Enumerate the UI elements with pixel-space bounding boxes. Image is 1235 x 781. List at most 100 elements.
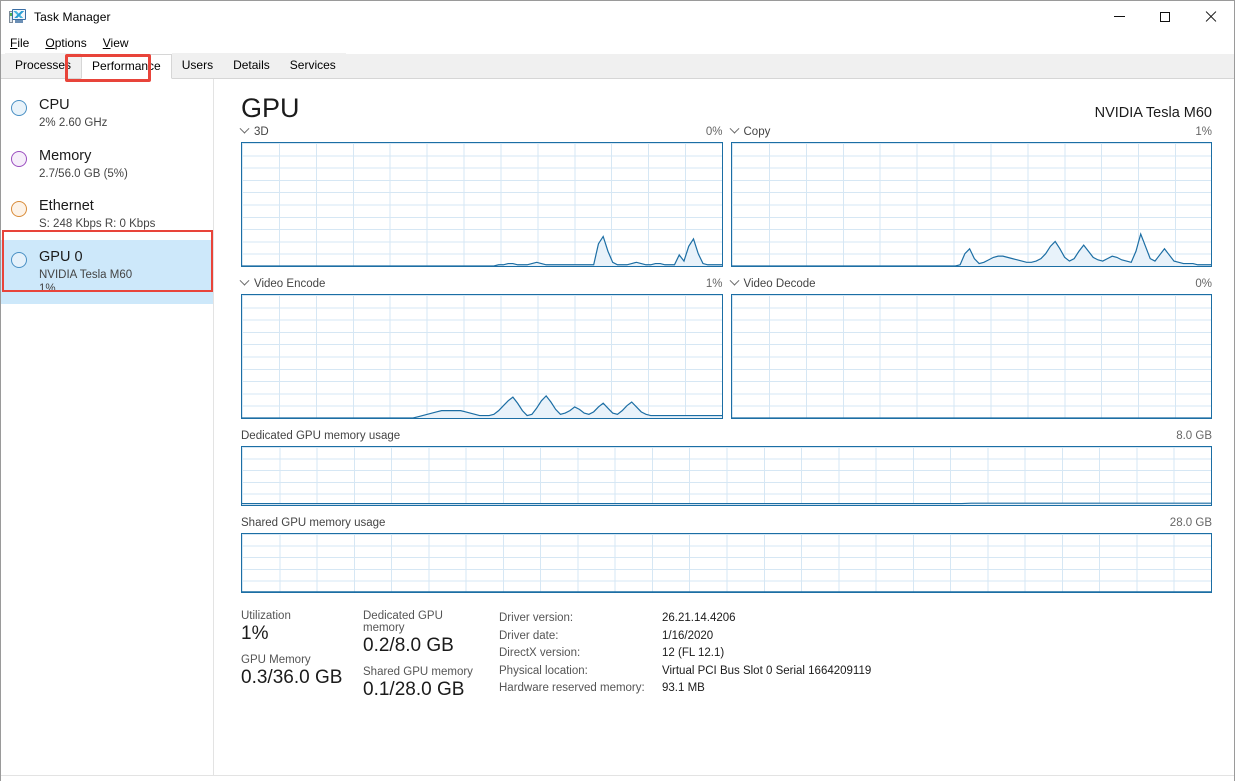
maximize-button[interactable] xyxy=(1142,1,1188,32)
gpu-memory-value: 0.3/36.0 GB xyxy=(241,667,363,689)
title-bar: Task Manager xyxy=(1,1,1234,32)
chart-header-video-encode: Video Encode 1% xyxy=(241,276,723,291)
chart-title-copy: Copy xyxy=(744,126,771,138)
chart-copy[interactable] xyxy=(731,142,1213,267)
sidebar-item-memory-title: Memory xyxy=(39,147,128,165)
chart-title-video-encode: Video Encode xyxy=(254,278,325,290)
memory-thumbnail-icon xyxy=(11,151,27,167)
sidebar-item-cpu-title: CPU xyxy=(39,96,107,114)
sidebar-item-ethernet-title: Ethernet xyxy=(39,197,155,215)
chart-value-3d: 0% xyxy=(706,126,723,138)
maximize-icon xyxy=(1160,12,1170,22)
chart-value-video-decode: 0% xyxy=(1195,278,1212,290)
ethernet-thumbnail-icon xyxy=(11,201,27,217)
chart-value-video-encode: 1% xyxy=(706,278,723,290)
table-row: Physical location: Virtual PCI Bus Slot … xyxy=(499,663,871,681)
tab-processes[interactable]: Processes xyxy=(5,53,81,78)
shared-memory-value: 0.1/28.0 GB xyxy=(363,679,485,701)
tab-details[interactable]: Details xyxy=(223,53,280,78)
table-row: Driver date: 1/16/2020 xyxy=(499,628,871,646)
sidebar-item-cpu-sub: 2% 2.60 GHz xyxy=(39,116,107,130)
menu-bar: File Options View xyxy=(1,32,1234,54)
sidebar-item-gpu-0-title: GPU 0 xyxy=(39,248,132,266)
chevron-down-icon[interactable] xyxy=(240,124,250,134)
minimize-button[interactable] xyxy=(1096,1,1142,32)
sidebar-item-ethernet[interactable]: Ethernet S: 248 Kbps R: 0 Kbps xyxy=(1,189,213,240)
chart-header-dedicated-memory: Dedicated GPU memory usage 8.0 GB xyxy=(241,428,1212,443)
utilization-label: Utilization xyxy=(241,610,363,622)
physical-location-value: Virtual PCI Bus Slot 0 Serial 1664209119 xyxy=(662,663,871,681)
sidebar-item-memory-sub: 2.7/56.0 GB (5%) xyxy=(39,167,128,181)
driver-info-table: Driver version: 26.21.14.4206 Driver dat… xyxy=(499,610,871,710)
chart-video-encode[interactable] xyxy=(241,294,723,419)
driver-version-value: 26.21.14.4206 xyxy=(662,610,736,628)
task-manager-window: Task Manager File Options View Processes… xyxy=(0,0,1235,781)
chart-title-shared-memory: Shared GPU memory usage xyxy=(241,517,385,529)
directx-version-label: DirectX version: xyxy=(499,645,662,663)
minimize-icon xyxy=(1114,16,1125,17)
sidebar-item-cpu[interactable]: CPU 2% 2.60 GHz xyxy=(1,88,213,139)
menu-options[interactable]: Options xyxy=(45,34,94,52)
page-title: GPU xyxy=(241,93,300,124)
hardware-reserved-memory-label: Hardware reserved memory: xyxy=(499,680,662,698)
gpu-detail-panel: GPU NVIDIA Tesla M60 3D 0% xyxy=(214,79,1234,775)
chart-header-copy: Copy 1% xyxy=(731,124,1213,139)
chart-3d[interactable] xyxy=(241,142,723,267)
gpu-header: GPU NVIDIA Tesla M60 xyxy=(214,79,1234,124)
chevron-down-icon[interactable] xyxy=(729,276,739,286)
sidebar-item-ethernet-sub: S: 248 Kbps R: 0 Kbps xyxy=(39,217,155,231)
close-icon xyxy=(1205,11,1217,23)
tab-performance[interactable]: Performance xyxy=(81,54,172,79)
close-button[interactable] xyxy=(1188,1,1234,32)
chart-row-4: Shared GPU memory usage 28.0 GB xyxy=(241,515,1212,593)
chart-row-3: Dedicated GPU memory usage 8.0 GB xyxy=(241,428,1212,506)
sidebar-item-gpu-0[interactable]: GPU 0 NVIDIA Tesla M60 1% xyxy=(1,240,213,305)
table-row: Hardware reserved memory: 93.1 MB xyxy=(499,680,871,698)
window-title: Task Manager xyxy=(34,10,111,24)
window-controls xyxy=(1096,1,1234,32)
chart-title-3d: 3D xyxy=(254,126,269,138)
physical-location-label: Physical location: xyxy=(499,663,662,681)
utilization-value: 1% xyxy=(241,623,363,645)
resource-sidebar: CPU 2% 2.60 GHz Memory 2.7/56.0 GB (5%) … xyxy=(1,79,214,775)
cpu-thumbnail-icon xyxy=(11,100,27,116)
status-bar: Fewer details Open Resource Monitor xyxy=(1,775,1234,781)
chart-dedicated-gpu-memory[interactable] xyxy=(241,446,1212,506)
chart-value-shared-memory: 28.0 GB xyxy=(1170,517,1212,529)
sidebar-item-memory[interactable]: Memory 2.7/56.0 GB (5%) xyxy=(1,139,213,190)
stat-col-right: Dedicated GPU memory 0.2/8.0 GB Shared G… xyxy=(363,610,485,710)
driver-date-label: Driver date: xyxy=(499,628,662,646)
content-area: CPU 2% 2.60 GHz Memory 2.7/56.0 GB (5%) … xyxy=(1,79,1234,775)
chart-header-video-decode: Video Decode 0% xyxy=(731,276,1213,291)
menu-view[interactable]: View xyxy=(103,34,137,52)
tab-bar: Processes Performance Users Details Serv… xyxy=(1,54,1234,79)
dedicated-memory-value: 0.2/8.0 GB xyxy=(363,635,485,657)
gpu-thumbnail-icon xyxy=(11,252,27,268)
chart-value-copy: 1% xyxy=(1195,126,1212,138)
sidebar-item-gpu-0-sub2: 1% xyxy=(39,282,132,296)
menu-file[interactable]: File xyxy=(10,34,37,52)
chart-value-dedicated-memory: 8.0 GB xyxy=(1176,430,1212,442)
gpu-memory-label: GPU Memory xyxy=(241,654,363,666)
tab-users[interactable]: Users xyxy=(172,53,223,78)
chart-header-shared-memory: Shared GPU memory usage 28.0 GB xyxy=(241,515,1212,530)
driver-version-label: Driver version: xyxy=(499,610,662,628)
table-row: Driver version: 26.21.14.4206 xyxy=(499,610,871,628)
chart-shared-gpu-memory[interactable] xyxy=(241,533,1212,593)
stats-area: Utilization 1% GPU Memory 0.3/36.0 GB De… xyxy=(214,602,1234,710)
table-row: DirectX version: 12 (FL 12.1) xyxy=(499,645,871,663)
sidebar-item-gpu-0-sub: NVIDIA Tesla M60 xyxy=(39,268,132,282)
directx-version-value: 12 (FL 12.1) xyxy=(662,645,724,663)
dedicated-memory-label: Dedicated GPU memory xyxy=(363,610,485,634)
shared-memory-label: Shared GPU memory xyxy=(363,666,485,678)
stat-grid: Utilization 1% GPU Memory 0.3/36.0 GB De… xyxy=(241,610,485,710)
chart-video-decode[interactable] xyxy=(731,294,1213,419)
task-manager-icon xyxy=(9,9,26,24)
chart-row-1: 3D 0% Copy 1% xyxy=(241,124,1212,267)
chart-title-video-decode: Video Decode xyxy=(744,278,816,290)
chevron-down-icon[interactable] xyxy=(240,276,250,286)
tab-services[interactable]: Services xyxy=(280,53,346,78)
driver-date-value: 1/16/2020 xyxy=(662,628,713,646)
chevron-down-icon[interactable] xyxy=(729,124,739,134)
chart-row-2: Video Encode 1% Video Decode 0% xyxy=(241,276,1212,419)
